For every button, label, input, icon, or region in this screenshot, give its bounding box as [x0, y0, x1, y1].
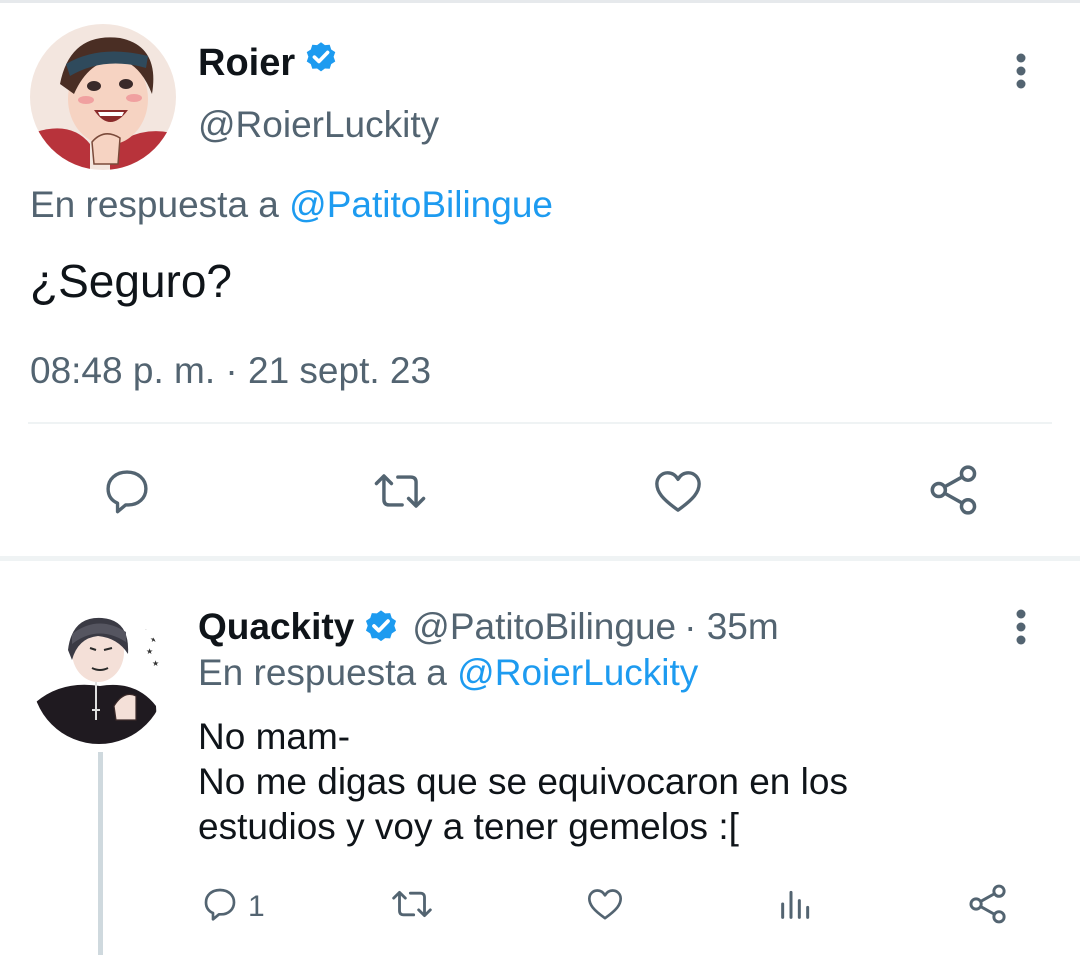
top-border [0, 0, 1080, 3]
tweet-timestamp[interactable]: 08:48 p. m. · 21 sept. 23 [30, 350, 431, 392]
reply-author-name[interactable]: Quackity [198, 606, 354, 648]
svg-text:★: ★ [146, 647, 153, 656]
retweet-button[interactable] [388, 884, 436, 929]
like-button[interactable] [584, 884, 626, 929]
reply-time-ago: · 35m [684, 606, 779, 647]
reply-to-link[interactable]: @RoierLuckity [457, 652, 698, 693]
retweet-icon [388, 884, 436, 929]
thread-line [98, 752, 103, 955]
reply-prefix: En respuesta a [198, 652, 447, 693]
reply-icon [200, 884, 240, 929]
reply-button[interactable] [100, 464, 154, 523]
reply-context: En respuesta a @PatitoBilingue [30, 184, 553, 226]
share-icon [926, 462, 982, 523]
reply-icon [100, 464, 154, 523]
reply-tweet-text: No mam- No me digas que se equivocaron e… [198, 714, 1038, 849]
reply-to-link[interactable]: @PatitoBilingue [289, 184, 553, 225]
analytics-icon [776, 884, 816, 929]
reply-text-line: No me digas que se equivocaron en los [198, 761, 848, 802]
share-button[interactable] [926, 462, 982, 523]
reply-text-line: estudios y voy a tener gemelos :[ [198, 806, 739, 847]
reply-prefix: En respuesta a [30, 184, 279, 225]
retweet-button[interactable] [370, 464, 430, 523]
author-name[interactable]: Roier [198, 42, 295, 85]
svg-text:★: ★ [152, 659, 159, 668]
reply-text-line: No mam- [198, 716, 351, 757]
like-icon [584, 884, 626, 929]
tweet-text: ¿Seguro? [30, 255, 233, 307]
avatar-roier[interactable] [30, 24, 176, 170]
analytics-button[interactable] [776, 884, 816, 929]
verified-badge-icon [362, 608, 400, 646]
author-name-row: Roier [198, 40, 339, 86]
more-options-icon[interactable] [1004, 52, 1038, 92]
section-separator [0, 556, 1080, 561]
share-icon [966, 882, 1010, 931]
divider [28, 422, 1052, 424]
like-icon [650, 464, 706, 523]
reply-button[interactable]: 1 [200, 884, 265, 929]
like-button[interactable] [650, 464, 706, 523]
reply-count: 1 [248, 889, 265, 923]
retweet-icon [370, 464, 430, 523]
svg-text:★: ★ [144, 623, 151, 632]
reply-author-handle[interactable]: @PatitoBilingue [412, 606, 676, 648]
avatar-quackity[interactable]: ★ ★ ★ ★ [32, 610, 166, 744]
svg-text:★: ★ [150, 635, 157, 644]
share-button[interactable] [966, 882, 1010, 931]
author-handle[interactable]: @RoierLuckity [198, 104, 439, 146]
more-options-icon[interactable] [1004, 608, 1038, 648]
verified-badge-icon [303, 40, 339, 86]
reply-context: En respuesta a @RoierLuckity [198, 652, 698, 694]
reply-author-row: Quackity @PatitoBilingue · 35m [198, 606, 779, 648]
